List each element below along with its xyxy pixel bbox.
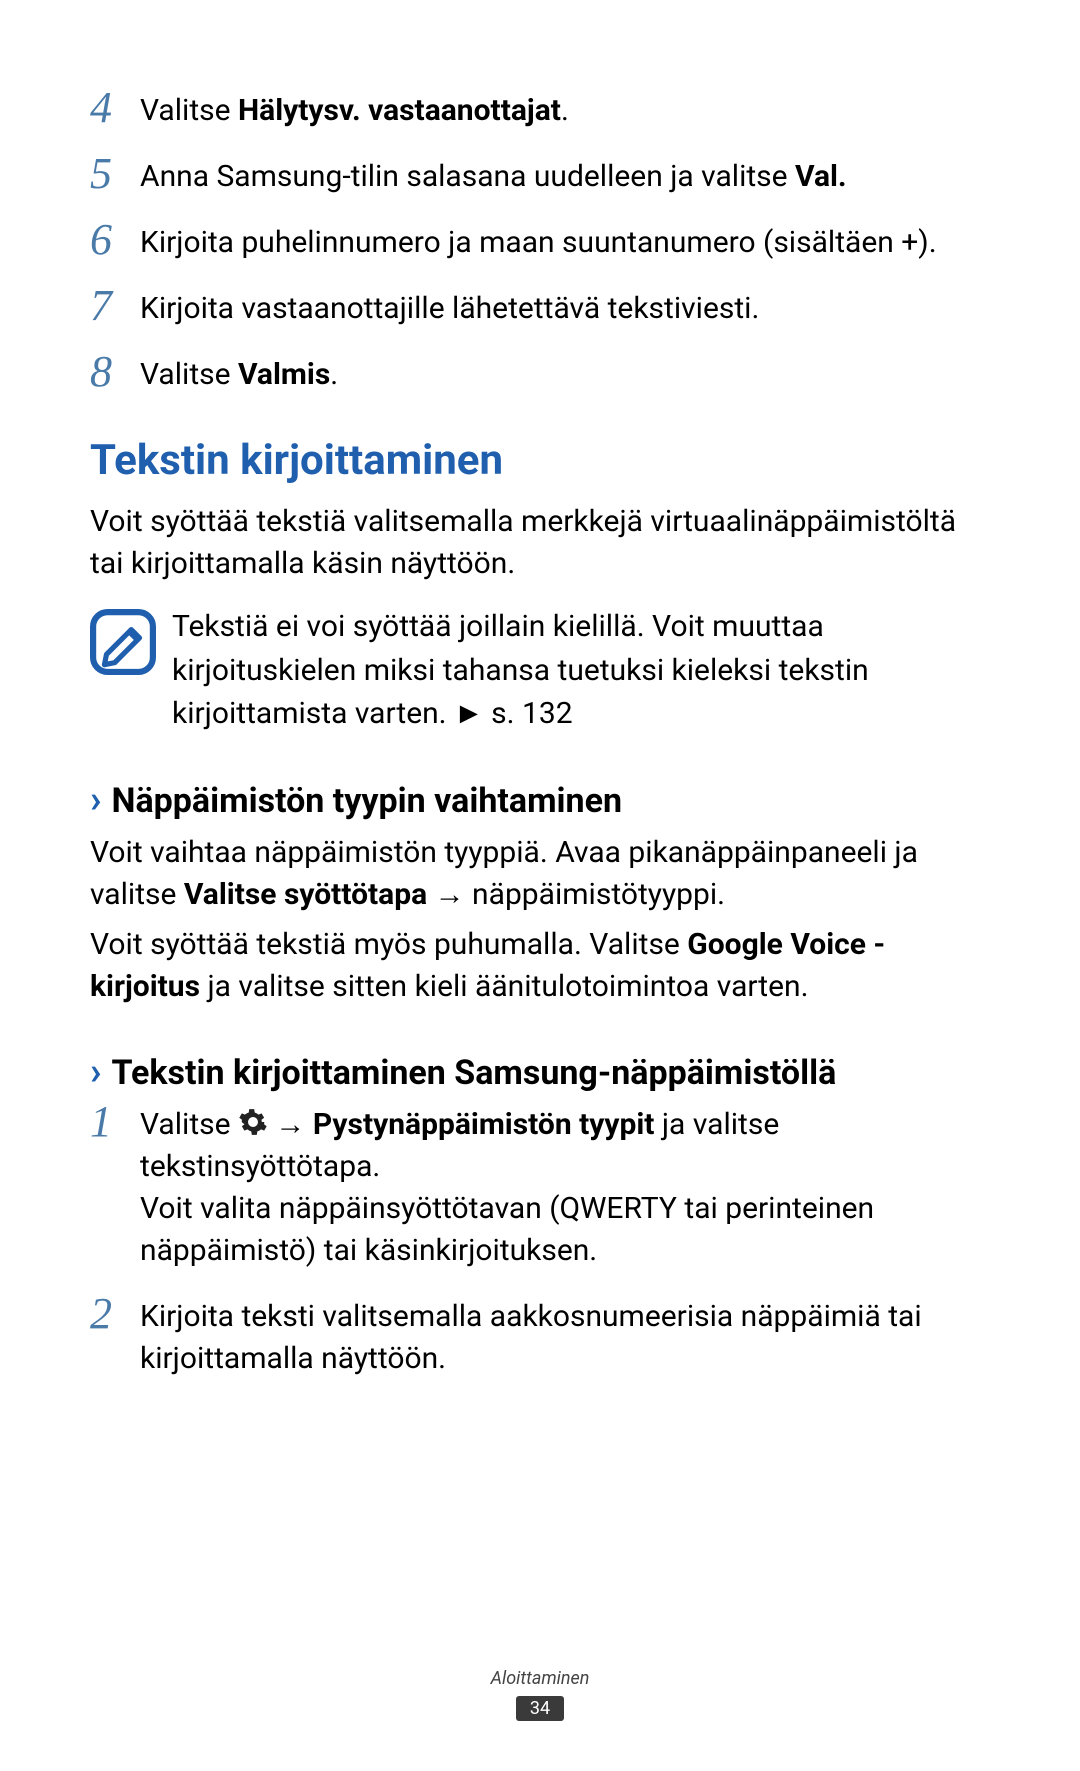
paragraph: Voit vaihtaa näppäimistön tyyppiä. Avaa … [90, 832, 990, 916]
step-text: Kirjoita puhelinnumero ja maan suuntanum… [140, 222, 990, 264]
step-number: 7 [90, 284, 140, 328]
step-text: Valitse Hälytysv. vastaanottajat. [140, 90, 990, 132]
paragraph: Voit syöttää tekstiä myös puhumalla. Val… [90, 924, 990, 1008]
step-text: Valitse → Pystynäppäimistön tyypit ja va… [140, 1104, 990, 1272]
step-item: 1 Valitse → Pystynäppäimistön tyypit ja … [90, 1104, 990, 1272]
page-content: 4 Valitse Hälytysv. vastaanottajat. 5 An… [0, 0, 1080, 1380]
step-text: Anna Samsung-tilin salasana uudelleen ja… [140, 156, 990, 198]
step-number: 6 [90, 218, 140, 262]
step-item: 5 Anna Samsung-tilin salasana uudelleen … [90, 156, 990, 198]
note-text: Tekstiä ei voi syöttää joillain kielillä… [172, 605, 990, 736]
sub-heading: › Tekstin kirjoittaminen Samsung-näppäim… [90, 1050, 990, 1094]
steps-list-top: 4 Valitse Hälytysv. vastaanottajat. 5 An… [90, 90, 990, 396]
gear-icon [238, 1107, 268, 1137]
steps-list-bottom: 1 Valitse → Pystynäppäimistön tyypit ja … [90, 1104, 990, 1380]
step-item: 6 Kirjoita puhelinnumero ja maan suuntan… [90, 222, 990, 264]
footer-section-label: Aloittaminen [0, 1668, 1080, 1689]
step-text: Kirjoita teksti valitsemalla aakkosnumee… [140, 1296, 990, 1380]
step-item: 8 Valitse Valmis. [90, 354, 990, 396]
step-number: 1 [90, 1100, 140, 1144]
step-number: 2 [90, 1292, 140, 1336]
sub-heading-text: Näppäimistön tyypin vaihtaminen [112, 781, 623, 821]
chevron-icon: › [90, 778, 102, 822]
step-text: Valitse Valmis. [140, 354, 990, 396]
note-box: Tekstiä ei voi syöttää joillain kielillä… [90, 605, 990, 736]
chevron-icon: › [90, 1050, 102, 1094]
step-item: 7 Kirjoita vastaanottajille lähetettävä … [90, 288, 990, 330]
step-number: 5 [90, 152, 140, 196]
page-number-badge: 34 [516, 1696, 564, 1721]
step-text: Kirjoita vastaanottajille lähetettävä te… [140, 288, 990, 330]
page-footer: Aloittaminen 34 [0, 1668, 1080, 1721]
step-number: 4 [90, 86, 140, 130]
sub-heading-text: Tekstin kirjoittaminen Samsung-näppäimis… [112, 1053, 837, 1093]
step-item: 2 Kirjoita teksti valitsemalla aakkosnum… [90, 1296, 990, 1380]
sub-heading: › Näppäimistön tyypin vaihtaminen [90, 778, 990, 822]
step-item: 4 Valitse Hälytysv. vastaanottajat. [90, 90, 990, 132]
intro-paragraph: Voit syöttää tekstiä valitsemalla merkke… [90, 501, 990, 585]
section-heading: Tekstin kirjoittaminen [90, 436, 990, 485]
step-number: 8 [90, 350, 140, 394]
note-icon [90, 609, 156, 675]
